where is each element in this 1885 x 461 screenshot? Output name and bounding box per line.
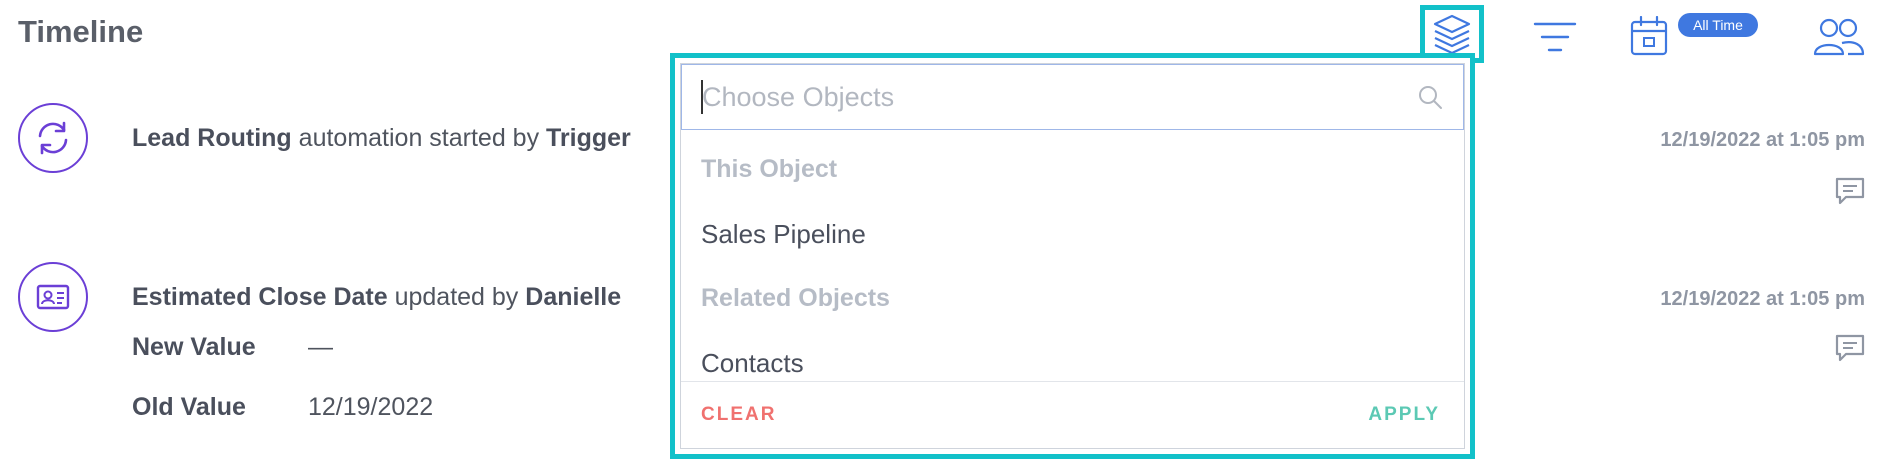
timeline-subject: Estimated Close Date xyxy=(132,283,388,311)
option-sales-pipeline[interactable]: Sales Pipeline xyxy=(701,219,866,250)
timeline-item-text: Estimated Close Date updated by Danielle xyxy=(132,283,621,312)
search-input[interactable] xyxy=(700,66,1417,128)
text-caret xyxy=(701,80,703,114)
comment-icon[interactable] xyxy=(1834,333,1866,363)
timeline-item-icon xyxy=(18,262,88,332)
new-value: — xyxy=(308,333,333,361)
id-card-icon xyxy=(36,284,70,310)
comment-icon[interactable] xyxy=(1834,176,1866,206)
old-value-label: Old Value xyxy=(132,393,246,421)
users-icon[interactable] xyxy=(1812,16,1866,56)
dropdown-footer: CLEAR APPLY xyxy=(681,381,1464,448)
clear-button[interactable]: CLEAR xyxy=(701,404,776,426)
option-contacts[interactable]: Contacts xyxy=(701,348,804,379)
layers-icon xyxy=(1433,14,1471,55)
timeline-actor[interactable]: Trigger xyxy=(546,124,631,152)
timeline-timestamp: 12/19/2022 at 1:05 pm xyxy=(1660,288,1865,310)
timeline-action: updated by xyxy=(387,283,526,311)
dropdown-panel: This Object Sales Pipeline Related Objec… xyxy=(680,63,1465,449)
timeline-item-text: Lead Routing automation started by Trigg… xyxy=(132,124,631,153)
group-related-objects: Related Objects xyxy=(701,284,890,312)
old-value: 12/19/2022 xyxy=(308,393,434,421)
calendar-icon[interactable] xyxy=(1630,16,1668,56)
search-icon[interactable] xyxy=(1417,84,1443,110)
timeline-timestamp: 12/19/2022 at 1:05 pm xyxy=(1660,129,1865,151)
timeline-subject: Lead Routing xyxy=(132,124,292,152)
group-this-object: This Object xyxy=(701,155,838,183)
timeline-actor[interactable]: Danielle xyxy=(525,283,621,311)
apply-button[interactable]: APPLY xyxy=(1368,404,1440,426)
page-title: Timeline xyxy=(18,14,144,49)
date-range-badge[interactable]: All Time xyxy=(1678,13,1758,37)
timeline-item-icon xyxy=(18,103,88,173)
object-picker-dropdown: This Object Sales Pipeline Related Objec… xyxy=(670,53,1475,459)
new-value-label: New Value xyxy=(132,333,256,361)
search-box xyxy=(681,64,1464,130)
filter-icon[interactable] xyxy=(1533,20,1577,54)
timeline-action: automation started by xyxy=(291,124,547,152)
sync-icon xyxy=(38,121,68,155)
